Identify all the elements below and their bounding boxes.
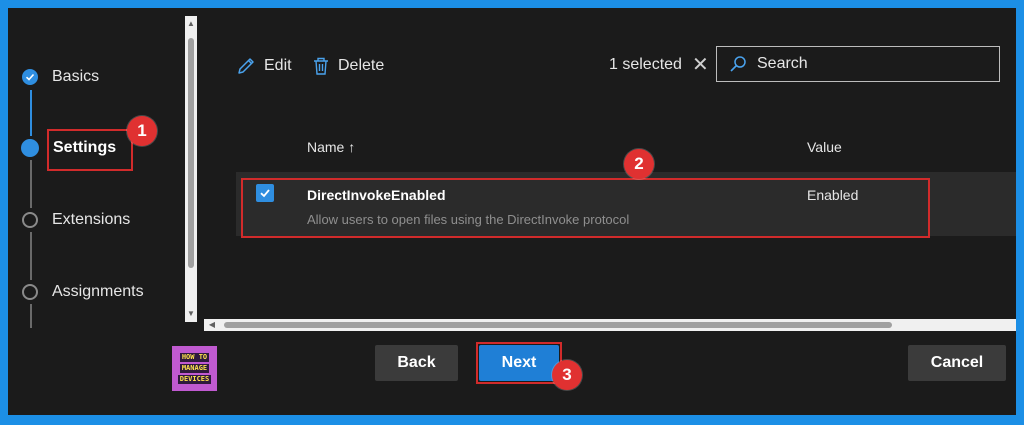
how-to-manage-devices-logo: HOW TO MANAGE DEVICES bbox=[172, 346, 217, 391]
search-box[interactable] bbox=[716, 46, 1000, 82]
row-highlight-box bbox=[241, 178, 930, 238]
scrollbar-thumb[interactable] bbox=[188, 38, 194, 268]
stepper-connector bbox=[30, 90, 32, 136]
annotation-badge-1: 1 bbox=[127, 116, 157, 146]
search-input[interactable] bbox=[755, 54, 979, 74]
check-icon bbox=[22, 69, 38, 85]
search-icon bbox=[730, 56, 746, 72]
next-highlight-box bbox=[476, 342, 562, 384]
step-label: Basics bbox=[52, 68, 100, 85]
step-extensions[interactable]: Extensions bbox=[22, 208, 130, 232]
stepper-connector bbox=[30, 160, 32, 208]
back-button[interactable]: Back bbox=[375, 345, 458, 381]
annotation-badge-3: 3 bbox=[552, 360, 582, 390]
wizard-stepper: Basics Settings Extensions Assignments 1 bbox=[8, 8, 193, 328]
cancel-button[interactable]: Cancel bbox=[908, 345, 1006, 381]
wizard-frame: Basics Settings Extensions Assignments 1… bbox=[8, 8, 1016, 415]
logo-line: HOW TO bbox=[179, 353, 210, 362]
settings-highlight-box bbox=[47, 129, 133, 171]
column-header-name[interactable]: Name ↑ bbox=[307, 139, 355, 155]
step-label: Assignments bbox=[52, 283, 144, 300]
vertical-scrollbar[interactable]: ▲ ▼ bbox=[185, 16, 197, 322]
settings-panel: Edit Delete 1 selected ✕ Name ↑ Value D bbox=[198, 8, 1016, 320]
delete-button[interactable]: Delete bbox=[312, 54, 384, 78]
stepper-connector bbox=[30, 304, 32, 328]
step-basics[interactable]: Basics bbox=[22, 65, 99, 89]
scroll-left-icon[interactable]: ◀ bbox=[206, 319, 218, 331]
edit-label: Edit bbox=[264, 57, 292, 74]
scroll-down-icon[interactable]: ▼ bbox=[185, 308, 197, 320]
pending-step-icon bbox=[22, 284, 38, 300]
selection-status: 1 selected ✕ bbox=[609, 55, 709, 75]
edit-button[interactable]: Edit bbox=[236, 54, 292, 78]
clear-selection-icon[interactable]: ✕ bbox=[692, 55, 709, 75]
logo-line: DEVICES bbox=[177, 375, 212, 384]
trash-icon bbox=[314, 57, 328, 75]
selected-count-text: 1 selected bbox=[609, 56, 682, 73]
delete-label: Delete bbox=[338, 57, 385, 74]
annotation-badge-2: 2 bbox=[624, 149, 654, 179]
step-label: Extensions bbox=[52, 211, 131, 228]
pending-step-icon bbox=[22, 212, 38, 228]
scrollbar-thumb[interactable] bbox=[224, 322, 892, 328]
step-assignments[interactable]: Assignments bbox=[22, 280, 144, 304]
pencil-icon bbox=[238, 58, 254, 74]
scroll-up-icon[interactable]: ▲ bbox=[185, 18, 197, 30]
stepper-connector bbox=[30, 232, 32, 280]
column-header-value[interactable]: Value bbox=[807, 139, 842, 155]
current-step-icon bbox=[21, 139, 39, 157]
logo-line: MANAGE bbox=[179, 364, 210, 373]
horizontal-scrollbar[interactable]: ◀ bbox=[204, 319, 1016, 331]
